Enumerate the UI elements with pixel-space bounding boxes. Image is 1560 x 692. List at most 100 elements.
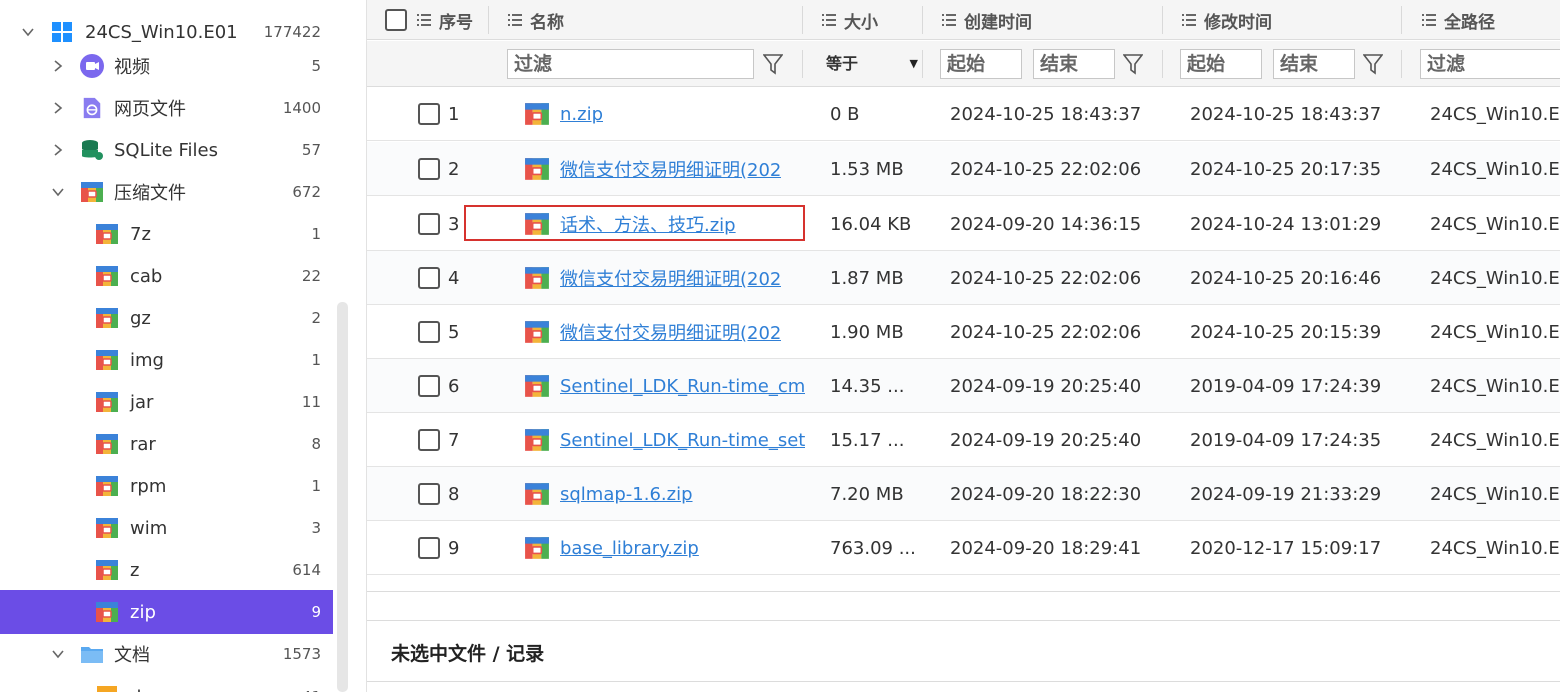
file-name-link[interactable]: sqlmap-1.6.zip bbox=[560, 484, 693, 505]
column-menu-icon[interactable] bbox=[822, 14, 836, 26]
column-header-created[interactable]: 创建时间 bbox=[942, 0, 1032, 40]
tree-item-archives[interactable]: 压缩文件 672 bbox=[0, 171, 333, 213]
archive-icon bbox=[80, 180, 104, 204]
column-divider bbox=[922, 50, 923, 78]
file-name-link[interactable]: Sentinel_LDK_Run-time_cm bbox=[560, 376, 805, 397]
tree-item-label: rpm bbox=[130, 475, 167, 497]
table-row[interactable]: 7 Sentinel_LDK_Run-time_set 15.17 ... 20… bbox=[367, 413, 1560, 467]
tree-item-count: 614 bbox=[292, 561, 321, 579]
row-checkbox[interactable] bbox=[418, 429, 440, 451]
column-header-size[interactable]: 大小 bbox=[822, 0, 878, 40]
filter-icon[interactable] bbox=[1123, 53, 1143, 75]
column-menu-icon[interactable] bbox=[1422, 14, 1436, 26]
table-row[interactable]: 9 base_library.zip 763.09 ... 2024-09-20… bbox=[367, 521, 1560, 575]
row-checkbox-cell[interactable] bbox=[418, 467, 440, 521]
column-divider[interactable] bbox=[1401, 6, 1402, 34]
tree-item-zip[interactable]: zip 9 bbox=[0, 590, 333, 634]
tree-item-rar[interactable]: rar 8 bbox=[0, 423, 333, 465]
tree-item-7z[interactable]: 7z 1 bbox=[0, 213, 333, 255]
column-menu-icon[interactable] bbox=[417, 14, 431, 26]
modified-end-input[interactable]: 结束 bbox=[1273, 49, 1355, 79]
table-row[interactable]: 5 微信支付交易明细证明(202 1.90 MB 2024-10-25 22:0… bbox=[367, 305, 1560, 359]
tree-item-web-files[interactable]: 网页文件 1400 bbox=[0, 87, 333, 129]
column-header-seq[interactable]: 序号 bbox=[417, 0, 473, 40]
table-row[interactable]: 6 Sentinel_LDK_Run-time_cm 14.35 ... 202… bbox=[367, 359, 1560, 413]
file-name-link[interactable]: 微信支付交易明细证明(202 bbox=[560, 319, 781, 345]
row-checkbox-cell[interactable] bbox=[418, 251, 440, 305]
row-checkbox[interactable] bbox=[418, 483, 440, 505]
row-checkbox[interactable] bbox=[418, 267, 440, 289]
column-header-path[interactable]: 全路径 bbox=[1422, 0, 1495, 40]
tree-item-gz[interactable]: gz 2 bbox=[0, 297, 333, 339]
file-name-link[interactable]: 微信支付交易明细证明(202 bbox=[560, 156, 781, 182]
row-checkbox[interactable] bbox=[418, 213, 440, 235]
column-divider[interactable] bbox=[802, 6, 803, 34]
chevron-right-icon[interactable] bbox=[52, 144, 64, 156]
tree-item-label: 文档 bbox=[114, 645, 150, 666]
row-checkbox[interactable] bbox=[418, 103, 440, 125]
column-header-name[interactable]: 名称 bbox=[508, 0, 564, 40]
file-name-link[interactable]: Sentinel_LDK_Run-time_set bbox=[560, 430, 805, 451]
column-divider[interactable] bbox=[1162, 6, 1163, 34]
file-name-link[interactable]: 微信支付交易明细证明(202 bbox=[560, 265, 781, 291]
row-size: 763.09 ... bbox=[830, 537, 916, 559]
filter-icon[interactable] bbox=[1363, 53, 1383, 75]
chevron-down-icon[interactable] bbox=[22, 26, 34, 38]
table-row[interactable]: 8 sqlmap-1.6.zip 7.20 MB 2024-09-20 18:2… bbox=[367, 467, 1560, 521]
video-icon bbox=[80, 54, 104, 78]
created-end-input[interactable]: 结束 bbox=[1033, 49, 1115, 79]
row-checkbox[interactable] bbox=[418, 537, 440, 559]
table-row[interactable]: 1 n.zip 0 B 2024-10-25 18:43:37 2024-10-… bbox=[367, 87, 1560, 141]
row-checkbox-cell[interactable] bbox=[418, 197, 440, 251]
tree-item-cab[interactable]: cab 22 bbox=[0, 255, 333, 297]
select-all-cell[interactable] bbox=[385, 0, 407, 40]
file-name-link[interactable]: base_library.zip bbox=[560, 538, 699, 559]
size-operator-select[interactable]: 等于 ▼ bbox=[826, 49, 918, 79]
web-file-icon bbox=[80, 96, 104, 120]
tree-item-sqlite[interactable]: SQLite Files 57 bbox=[0, 129, 333, 171]
row-checkbox-cell[interactable] bbox=[418, 87, 440, 141]
row-checkbox[interactable] bbox=[418, 158, 440, 180]
tree-item-documents[interactable]: 文档 1573 bbox=[0, 633, 333, 675]
tree-item-z[interactable]: z 614 bbox=[0, 549, 333, 591]
column-menu-icon[interactable] bbox=[942, 14, 956, 26]
created-start-input[interactable]: 起始 bbox=[940, 49, 1022, 79]
row-path: 24CS_Win10.E bbox=[1430, 321, 1560, 343]
column-menu-icon[interactable] bbox=[508, 14, 522, 26]
row-path: 24CS_Win10.E bbox=[1430, 537, 1560, 559]
row-checkbox[interactable] bbox=[418, 321, 440, 343]
file-name-link[interactable]: n.zip bbox=[560, 104, 603, 125]
path-filter-input[interactable]: 过滤 bbox=[1420, 49, 1560, 79]
chevron-down-icon[interactable] bbox=[52, 648, 64, 660]
tree-item-video[interactable]: 视频 5 bbox=[0, 45, 333, 87]
select-all-checkbox[interactable] bbox=[385, 9, 407, 31]
row-size: 14.35 ... bbox=[830, 375, 905, 397]
chevron-right-icon[interactable] bbox=[52, 60, 64, 72]
tree-item-img[interactable]: img 1 bbox=[0, 339, 333, 381]
column-divider[interactable] bbox=[488, 6, 489, 34]
column-header-modified[interactable]: 修改时间 bbox=[1182, 0, 1272, 40]
tree-item-jar[interactable]: jar 11 bbox=[0, 381, 333, 423]
row-checkbox-cell[interactable] bbox=[418, 521, 440, 575]
modified-start-input[interactable]: 起始 bbox=[1180, 49, 1262, 79]
column-menu-icon[interactable] bbox=[1182, 14, 1196, 26]
row-created: 2024-10-25 22:02:06 bbox=[950, 267, 1142, 289]
name-filter-input[interactable]: 过滤 bbox=[507, 49, 754, 79]
column-divider[interactable] bbox=[922, 6, 923, 34]
row-checkbox-cell[interactable] bbox=[418, 305, 440, 359]
column-divider bbox=[1401, 50, 1402, 78]
tree-item-rpm[interactable]: rpm 1 bbox=[0, 465, 333, 507]
chevron-down-icon[interactable] bbox=[52, 186, 64, 198]
table-row[interactable]: 4 微信支付交易明细证明(202 1.87 MB 2024-10-25 22:0… bbox=[367, 251, 1560, 305]
filter-icon[interactable] bbox=[763, 53, 783, 75]
chevron-right-icon[interactable] bbox=[52, 102, 64, 114]
row-size: 15.17 ... bbox=[830, 429, 905, 451]
sidebar-scrollbar[interactable] bbox=[337, 302, 348, 692]
table-row[interactable]: 2 微信支付交易明细证明(202 1.53 MB 2024-10-25 22:0… bbox=[367, 142, 1560, 196]
tree-item-wim[interactable]: wim 3 bbox=[0, 507, 333, 549]
tree-item-partial[interactable]: d 41 bbox=[0, 676, 333, 692]
row-checkbox-cell[interactable] bbox=[418, 142, 440, 196]
row-checkbox[interactable] bbox=[418, 375, 440, 397]
row-checkbox-cell[interactable] bbox=[418, 359, 440, 413]
row-checkbox-cell[interactable] bbox=[418, 413, 440, 467]
